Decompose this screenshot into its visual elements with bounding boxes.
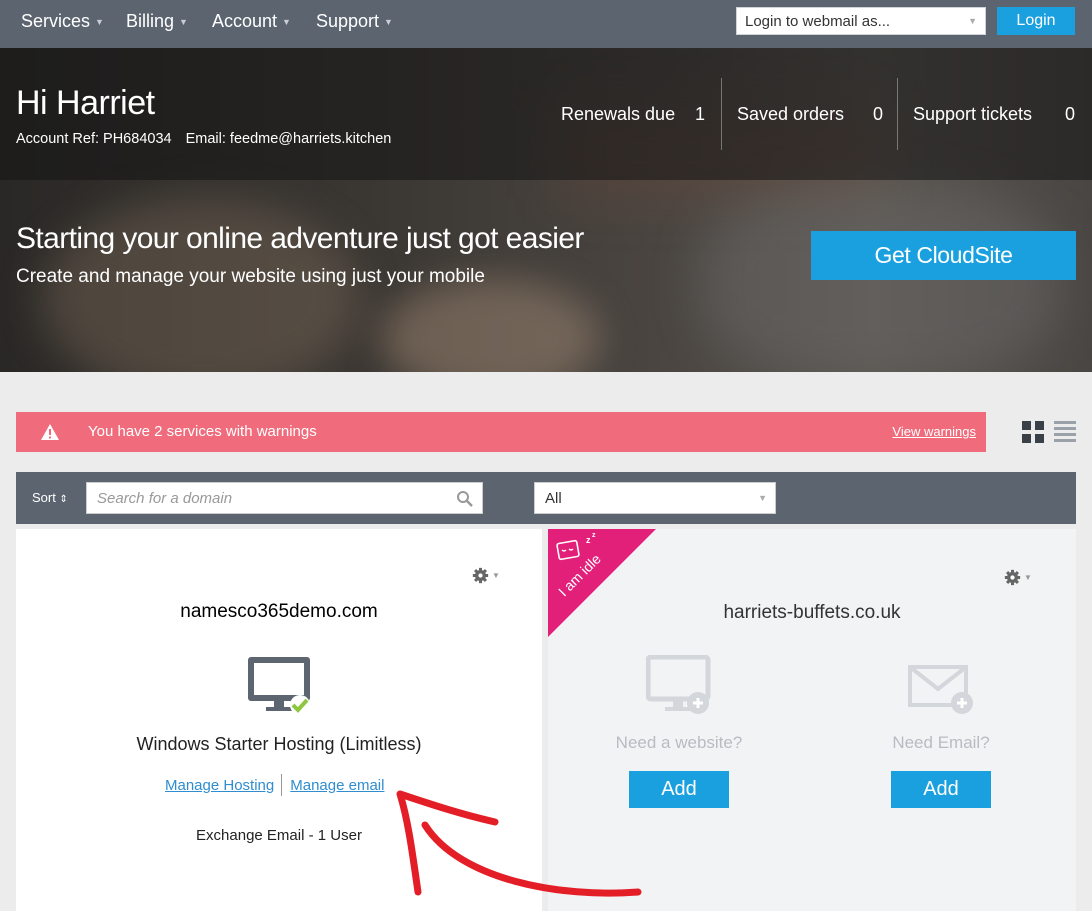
- account-ref: Account Ref: PH684034: [16, 131, 172, 147]
- card-settings-menu[interactable]: ▼: [472, 567, 500, 584]
- email-plan-name: Exchange Email - 1 User: [196, 827, 362, 844]
- nav-account-label: Account: [212, 11, 278, 31]
- nav-billing-label: Billing: [126, 11, 175, 31]
- add-email-icon: [908, 665, 973, 714]
- promo-subtitle: Create and manage your website using jus…: [16, 266, 485, 287]
- manage-links: Manage Hosting Manage email: [165, 774, 384, 796]
- top-nav: Services ▼ Billing ▼ Account ▼ Support ▼ Log…: [0, 0, 1092, 48]
- add-website-icon: [646, 655, 711, 714]
- account-email: Email: feedme@harriets.kitchen: [185, 131, 392, 147]
- divider: [897, 78, 898, 150]
- greeting-title: Hi Harriet: [16, 84, 155, 122]
- nav-support[interactable]: Support ▼: [316, 11, 393, 32]
- service-filter-select[interactable]: All ▼: [534, 482, 776, 514]
- warning-banner: You have 2 services with warnings View w…: [16, 412, 986, 452]
- promo-title: Starting your online adventure just got …: [16, 222, 584, 255]
- chevron-down-icon: ▼: [179, 16, 188, 27]
- stat-label: Support tickets: [913, 104, 1033, 124]
- add-website-button[interactable]: Add: [629, 771, 729, 808]
- chevron-down-icon: ▼: [95, 16, 104, 27]
- stat-renewals[interactable]: Renewals due 1: [561, 104, 705, 125]
- sort-label: Sort: [32, 490, 56, 505]
- search-icon: [457, 491, 473, 507]
- sort-icon: ⇕: [59, 494, 68, 505]
- stat-value: 0: [1064, 104, 1075, 124]
- domain-search-input[interactable]: Search for a domain: [86, 482, 483, 514]
- chevron-down-icon: ▼: [968, 16, 977, 26]
- gear-icon: [1004, 569, 1021, 586]
- stat-label: Saved orders: [737, 104, 845, 124]
- divider: [721, 78, 722, 150]
- nav-account[interactable]: Account ▼: [212, 11, 291, 32]
- svg-text:z: z: [586, 535, 591, 545]
- add-email-button[interactable]: Add: [891, 771, 991, 808]
- filter-bar: Sort ⇕ Search for a domain All ▼: [16, 472, 1076, 524]
- get-cloudsite-button[interactable]: Get CloudSite: [811, 231, 1076, 280]
- card-settings-menu[interactable]: ▼: [1004, 569, 1032, 586]
- nav-services[interactable]: Services ▼: [21, 11, 104, 32]
- nav-support-label: Support: [316, 11, 380, 31]
- card-domain: harriets-buffets.co.uk: [723, 602, 901, 623]
- chevron-down-icon: ▼: [492, 571, 500, 580]
- chevron-down-icon: ▼: [384, 16, 393, 27]
- hero-banner: Hi Harriet Account Ref: PH684034 Email: …: [0, 48, 1092, 372]
- stat-value: 1: [694, 104, 705, 124]
- sort-button[interactable]: Sort ⇕: [32, 490, 68, 505]
- stat-support-tickets[interactable]: Support tickets 0: [913, 104, 1075, 125]
- hero-bg-shape: [380, 278, 600, 372]
- account-info: Account Ref: PH684034 Email: feedme@harr…: [16, 131, 401, 147]
- webmail-select[interactable]: Login to webmail as... ▼: [736, 7, 986, 35]
- nav-services-label: Services: [21, 11, 91, 31]
- warning-text: You have 2 services with warnings: [88, 423, 317, 440]
- chevron-down-icon: ▼: [1024, 573, 1032, 582]
- warning-icon: [41, 424, 59, 440]
- need-email-label: Need Email?: [892, 733, 990, 752]
- svg-text:z: z: [592, 532, 596, 539]
- manage-email-link[interactable]: Manage email: [290, 777, 384, 794]
- card-domain: namesco365demo.com: [180, 601, 378, 622]
- filter-value: All: [545, 490, 562, 507]
- search-placeholder: Search for a domain: [97, 490, 233, 507]
- divider: [281, 774, 283, 796]
- stat-value: 0: [872, 104, 883, 124]
- chevron-down-icon: ▼: [758, 493, 767, 503]
- grid-view-icon[interactable]: [1022, 421, 1044, 443]
- gear-icon: [472, 567, 489, 584]
- list-view-icon[interactable]: [1054, 421, 1076, 443]
- hosting-monitor-icon: [248, 657, 310, 715]
- chevron-down-icon: ▼: [282, 16, 291, 27]
- hosting-plan-name: Windows Starter Hosting (Limitless): [136, 734, 422, 754]
- stat-label: Renewals due: [561, 104, 676, 124]
- hero-bg-shape: [700, 188, 1060, 372]
- service-card: ▼ namesco365demo.com Windows Starter Hos…: [16, 529, 542, 911]
- service-card: z z I am idle ▼ harriets-buffets.co.uk N…: [548, 529, 1076, 911]
- need-website-label: Need a website?: [615, 733, 743, 752]
- nav-billing[interactable]: Billing ▼: [126, 11, 188, 32]
- login-button[interactable]: Login: [997, 7, 1075, 35]
- manage-hosting-link[interactable]: Manage Hosting: [165, 777, 274, 794]
- stat-saved-orders[interactable]: Saved orders 0: [737, 104, 883, 125]
- webmail-select-value: Login to webmail as...: [745, 13, 891, 30]
- view-warnings-link[interactable]: View warnings: [892, 424, 976, 439]
